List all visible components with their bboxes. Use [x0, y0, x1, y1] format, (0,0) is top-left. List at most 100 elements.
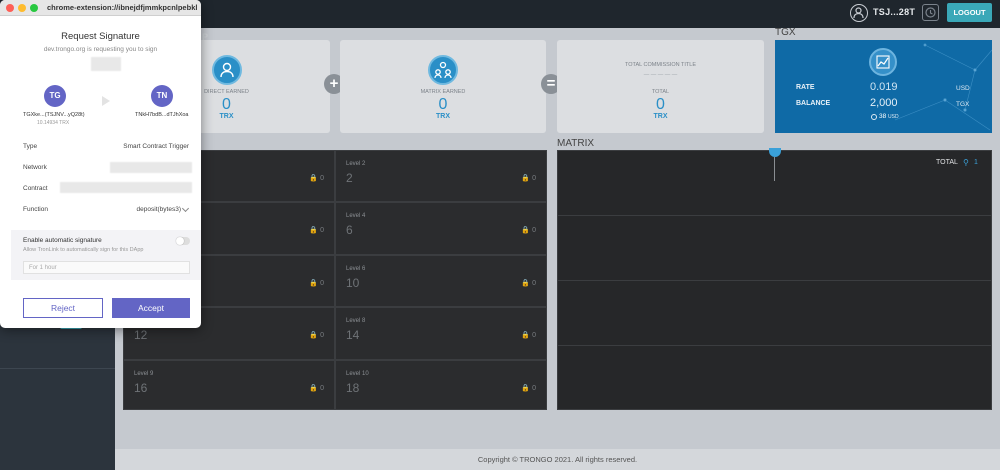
rate-label: RATE: [796, 84, 815, 91]
function-value[interactable]: deposit(bytes3): [137, 206, 181, 213]
level-locked-count: 0: [532, 227, 536, 234]
popup-subtitle: dev.trongo.org is requesting you to sign: [43, 46, 158, 53]
chart-line-icon: [869, 48, 897, 76]
balance-usd-unit: USD: [888, 114, 899, 120]
level-value: 12: [134, 328, 148, 342]
reject-button[interactable]: Reject: [23, 298, 103, 318]
level-cell[interactable]: Level 4 6 🔒 0: [335, 202, 547, 255]
level-value: 14: [346, 328, 360, 342]
coin-icon: [871, 114, 877, 120]
contract-label: Contract: [23, 185, 48, 192]
to-account-avatar: TN: [151, 85, 173, 107]
level-locked-count: 0: [532, 385, 536, 392]
matrix-user-icon: ⚲: [963, 158, 969, 167]
tgx-title: TGX: [775, 27, 796, 38]
matrix-total-label: TOTAL: [936, 159, 958, 166]
level-value: 2: [346, 171, 353, 185]
accept-button[interactable]: Accept: [112, 298, 190, 318]
signature-popup: chrome-extension://ibnejdfjmmkpcnlpebkl.…: [0, 0, 201, 328]
matrix-panel: TOTAL ⚲ 1: [557, 148, 992, 410]
from-account-avatar: TG: [44, 85, 66, 107]
commission-total-unit: TRX: [653, 113, 668, 120]
matrix-total-value: 1: [974, 159, 978, 166]
popup-title: Request Signature: [61, 31, 140, 42]
logout-button[interactable]: LOGOUT: [947, 3, 992, 22]
lock-icon: 🔒 0: [309, 332, 324, 339]
level-locked-count: 0: [320, 175, 324, 182]
level-cell[interactable]: Level 6 10 🔒 0: [335, 255, 547, 307]
duration-select[interactable]: For 1 hour: [23, 261, 190, 274]
level-label: Level 2: [346, 161, 366, 167]
footer: Copyright © TRONGO 2021. All rights rese…: [115, 449, 1000, 470]
level-locked-count: 0: [532, 332, 536, 339]
auto-sign-description: Allow TronLink to automatically sign for…: [23, 247, 144, 253]
level-label: Level 10: [346, 371, 369, 377]
function-label: Function: [23, 206, 48, 213]
network-value-redacted: [110, 162, 192, 173]
total-commission-card: TOTAL COMMISSION TITLE — — — — — TOTAL 0…: [557, 40, 764, 133]
matrix-node[interactable]: [769, 148, 781, 157]
commission-total-label: TOTAL: [651, 89, 670, 95]
user-lock-icon: [211, 55, 242, 85]
level-locked-count: 0: [320, 385, 324, 392]
duration-value: For 1 hour: [29, 265, 57, 271]
matrix-earned-card: MATRIX EARNED 0 TRX: [340, 40, 546, 133]
level-value: 6: [346, 223, 353, 237]
matrix-title: MATRIX: [557, 138, 595, 149]
balance-value: 2,000: [870, 97, 898, 109]
commission-title: TOTAL COMMISSION TITLE: [624, 62, 696, 68]
level-cell[interactable]: Level 9 16 🔒 0: [123, 360, 335, 410]
to-account-address: TNkH7bdB...dTJhXoa: [135, 112, 189, 118]
rate-unit: USD: [956, 85, 970, 92]
popup-url: chrome-extension://ibnejdfjmmkpcnlpebkl.…: [47, 3, 197, 12]
lock-icon: 🔒 0: [309, 385, 324, 392]
matrix-earned-label: MATRIX EARNED: [420, 89, 466, 95]
lock-icon: 🔒 0: [309, 280, 324, 287]
level-cell[interactable]: Level 2 2 🔒 0: [335, 150, 547, 202]
lock-icon: 🔒 0: [521, 385, 536, 392]
level-value: 18: [346, 381, 360, 395]
level-value: 10: [346, 276, 360, 290]
close-window-button[interactable]: [6, 4, 14, 12]
matrix-earned-value: 0: [438, 96, 448, 113]
rate-value: 0.019: [870, 81, 898, 93]
minimize-window-button[interactable]: [18, 4, 26, 12]
level-locked-count: 0: [532, 280, 536, 287]
level-locked-count: 0: [532, 175, 536, 182]
lock-icon: 🔒 0: [309, 175, 324, 182]
level-label: Level 8: [346, 318, 366, 324]
auto-sign-title: Enable automatic signature: [23, 237, 102, 244]
contract-value-redacted: [60, 182, 192, 193]
from-account-balance: 10.14934 TRX: [37, 120, 70, 126]
chevron-down-icon[interactable]: [181, 204, 190, 213]
popup-titlebar: chrome-extension://ibnejdfjmmkpcnlpebkl.…: [0, 0, 201, 16]
balance-label: BALANCE: [796, 100, 831, 107]
lock-icon: 🔒 0: [521, 227, 536, 234]
lock-icon: 🔒 0: [521, 175, 536, 182]
wallet-address: TSJ...28T: [873, 7, 916, 17]
level-value: 16: [134, 381, 148, 395]
type-label: Type: [23, 143, 38, 150]
level-label: Level 4: [346, 213, 366, 219]
auto-sign-toggle[interactable]: [176, 237, 190, 245]
commission-total-value: 0: [656, 96, 665, 113]
commission-dashes: — — — — —: [643, 72, 678, 78]
redacted-amount: [91, 57, 121, 71]
balance-unit: TGX: [956, 101, 970, 108]
team-icon: [428, 55, 458, 85]
level-cell[interactable]: Level 10 18 🔒 0: [335, 360, 547, 410]
from-account-address: TGXke...(TSJNV...yQ28t): [23, 112, 85, 118]
level-locked-count: 0: [320, 332, 324, 339]
level-cell[interactable]: Level 8 14 🔒 0: [335, 307, 547, 360]
lock-icon: 🔒 0: [521, 332, 536, 339]
matrix-earned-unit: TRX: [436, 113, 450, 120]
history-icon[interactable]: [922, 4, 939, 21]
level-locked-count: 0: [320, 227, 324, 234]
level-label: Level 6: [346, 266, 366, 272]
network-label: Network: [23, 164, 47, 171]
maximize-window-button[interactable]: [30, 4, 38, 12]
lock-icon: 🔒 0: [309, 227, 324, 234]
user-avatar-icon[interactable]: [850, 4, 868, 22]
balance-usd-value: 38: [879, 113, 887, 120]
lock-icon: 🔒 0: [521, 280, 536, 287]
